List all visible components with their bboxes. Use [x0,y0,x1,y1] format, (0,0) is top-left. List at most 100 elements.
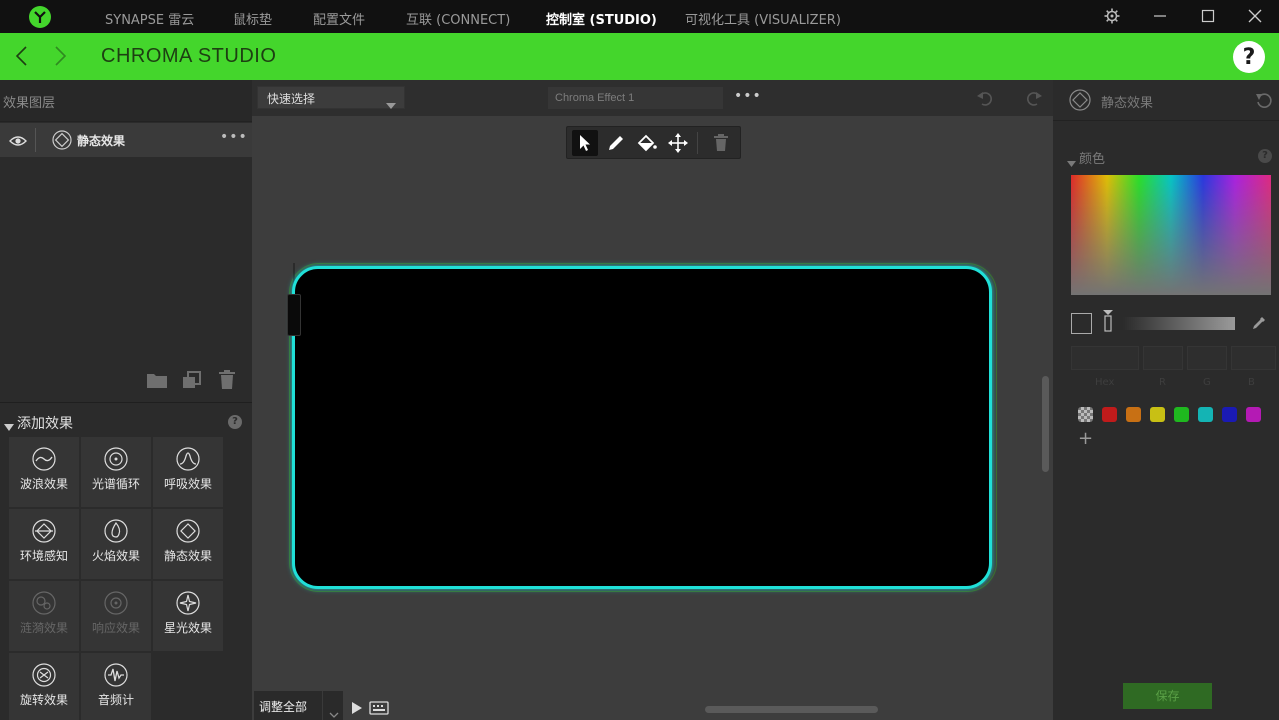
effect-tile[interactable]: 波浪效果 [9,437,79,507]
close-icon[interactable] [1245,6,1265,26]
tab-connect[interactable]: 互联 (CONNECT) [406,9,510,28]
color-preset-swatch[interactable] [1246,407,1261,422]
effect-tile[interactable]: 音频计 [81,653,151,720]
layer-more-button[interactable]: ••• [220,129,248,145]
effect-tile[interactable]: 火焰效果 [81,509,151,579]
wave-icon [32,447,56,471]
reset-icon[interactable] [1255,92,1273,110]
adjust-all-dropdown[interactable]: 调整全部 [254,691,343,720]
add-preset-button[interactable]: + [1078,428,1093,449]
starlight-icon [176,591,200,615]
effect-tile[interactable]: 旋转效果 [9,653,79,720]
redo-icon[interactable] [1024,88,1044,108]
color-preset-swatch[interactable] [1126,407,1141,422]
audio-meter-icon [104,663,128,687]
effect-tile: 响应效果 [81,581,151,651]
hex-field[interactable] [1071,346,1139,370]
select-arrow-icon[interactable] [572,130,598,156]
effect-tile[interactable]: 光谱循环 [81,437,151,507]
top-nav-bar: SYNAPSE 雷云 鼠标垫 配置文件 互联 (CONNECT) 控制室 (ST… [0,0,1279,33]
horizontal-scrollbar[interactable] [705,706,878,713]
move-icon[interactable] [665,130,691,156]
layer-name: 静态效果 [77,134,126,148]
effect-tile: 涟漪效果 [9,581,79,651]
minimize-icon[interactable] [1150,6,1170,26]
effect-label: 波浪效果 [19,477,68,491]
page-title: CHROMA STUDIO [101,45,277,67]
static-effect-icon [1069,89,1091,111]
effect-tile[interactable]: 星光效果 [153,581,223,651]
vertical-scrollbar[interactable] [1042,376,1049,472]
effect-label: 音频计 [97,693,134,707]
maximize-icon[interactable] [1198,6,1218,26]
effect-tile[interactable]: 环境感知 [9,509,79,579]
layer-divider [35,128,36,152]
fire-icon [104,519,128,543]
color-spectrum-picker[interactable] [1071,175,1271,295]
effect-layers-panel: 效果图层 静态效果 ••• 添加效果 ? 波浪效果 光谱循环 呼吸效果 环境感知… [0,80,252,720]
tab-synapse[interactable]: SYNAPSE 雷云 [105,9,194,28]
color-preset-swatch[interactable] [1174,407,1189,422]
tab-studio[interactable]: 控制室 (STUDIO) [546,9,657,28]
selection-tools [566,126,741,159]
studio-canvas-area: 快速选择 ••• [252,80,1053,720]
layer-tools [0,362,252,400]
green-label: G [1203,377,1211,388]
effect-label: 火焰效果 [91,549,140,563]
effect-label: 涟漪效果 [19,621,68,635]
dropdown-divider [322,691,323,720]
static-effect-icon [52,130,72,150]
tab-profiles[interactable]: 配置文件 [313,9,365,28]
razer-logo-icon[interactable] [28,5,52,29]
transparent-preset-swatch[interactable] [1078,407,1093,422]
pencil-icon[interactable] [603,130,629,156]
layers-title: 效果图层 [3,96,56,111]
collapse-triangle-icon[interactable] [1067,153,1076,167]
effect-more-button[interactable]: ••• [734,88,762,104]
settings-gear-icon[interactable] [1102,6,1122,26]
save-button[interactable]: 保存 [1123,683,1212,709]
mousepad-device[interactable] [292,266,992,589]
duplicate-icon[interactable] [182,371,202,389]
tab-visualizer[interactable]: 可视化工具 (VISUALIZER) [685,9,841,28]
help-button[interactable]: ? [1233,41,1265,73]
layer-item-static[interactable]: 静态效果 ••• [0,123,252,157]
trash-icon[interactable] [218,370,236,390]
collapse-triangle-icon[interactable] [4,417,14,431]
help-icon[interactable]: ? [228,415,242,429]
reactive-icon [104,591,128,615]
current-color-swatch[interactable] [1071,313,1092,334]
back-arrow-icon[interactable] [12,45,32,67]
color-preset-swatch[interactable] [1102,407,1117,422]
canvas-toolbar: 快速选择 ••• [252,80,1053,116]
effect-label: 星光效果 [163,621,212,635]
play-icon[interactable] [351,700,363,714]
undo-icon[interactable] [975,88,995,108]
color-preset-swatch[interactable] [1198,407,1213,422]
hex-label: Hex [1095,377,1115,388]
brightness-slider[interactable] [1123,317,1235,330]
red-field[interactable] [1143,346,1183,370]
effect-name-field[interactable] [548,87,723,109]
color-preset-swatch[interactable] [1222,407,1237,422]
delete-trash-icon[interactable] [708,130,734,156]
effect-tile[interactable]: 静态效果 [153,509,223,579]
tab-mousepad[interactable]: 鼠标垫 [233,9,272,28]
blue-field[interactable] [1231,346,1276,370]
quick-select-dropdown[interactable]: 快速选择 [257,86,405,109]
adjust-all-label: 调整全部 [259,700,308,714]
add-effect-header[interactable]: 添加效果 ? [0,402,252,436]
device-connector [287,294,301,336]
paint-bucket-icon[interactable] [634,130,660,156]
eyedropper-icon[interactable] [1251,315,1267,331]
keyboard-icon[interactable] [369,700,389,715]
brightness-slider-thumb[interactable] [1103,310,1113,332]
help-icon[interactable]: ? [1258,149,1272,163]
folder-icon[interactable] [146,371,168,389]
effect-tile[interactable]: 呼吸效果 [153,437,223,507]
forward-arrow-icon[interactable] [50,45,70,67]
color-preset-swatch[interactable] [1150,407,1165,422]
quick-select-label: 快速选择 [267,92,316,106]
visibility-eye-icon[interactable] [9,133,27,147]
green-field[interactable] [1187,346,1227,370]
